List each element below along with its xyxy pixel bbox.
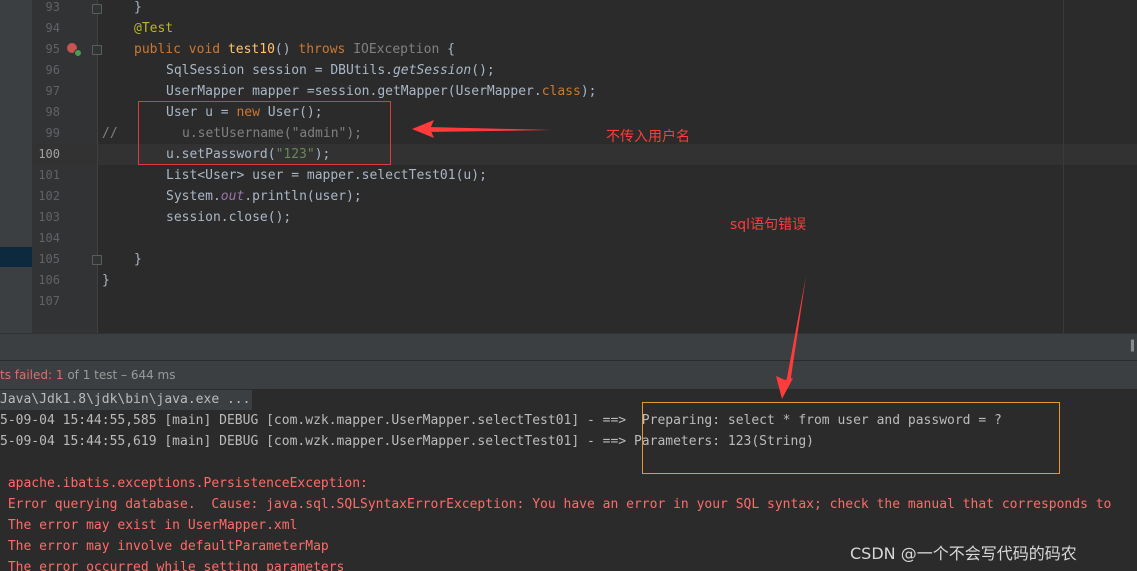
highlight-box-sql-output xyxy=(642,402,1060,474)
code-text: (); xyxy=(471,63,495,78)
line-number: 107 xyxy=(38,294,60,308)
code-line[interactable]: public void test10() throws IOException … xyxy=(134,39,455,60)
keyword: throws xyxy=(298,42,346,57)
annotation-sql-error: sql语句错误 xyxy=(730,217,807,233)
scroll-handle-icon[interactable]: ▌ xyxy=(1131,341,1137,353)
code-text: ); xyxy=(580,84,597,99)
line-number: 104 xyxy=(38,231,60,245)
line-number: 95 xyxy=(45,42,60,56)
tests-failed-label: ts failed: 1 xyxy=(0,368,64,382)
line-number: 98 xyxy=(45,105,60,119)
right-margin-guide xyxy=(1063,0,1064,333)
code-text: System. xyxy=(166,189,221,204)
run-test-status-icon xyxy=(74,49,82,57)
code-line-commented[interactable]: // xyxy=(102,123,118,144)
brace: } xyxy=(134,0,142,15)
console-line-error: The error occurred while setting paramet… xyxy=(0,560,345,571)
line-number: 101 xyxy=(38,168,60,182)
line-number: 96 xyxy=(45,63,60,77)
line-number: 106 xyxy=(38,273,60,287)
line-number: 93 xyxy=(45,0,60,14)
line-number-current: 100 xyxy=(38,147,60,161)
code-text: UserMapper mapper =session.getMapper(Use… xyxy=(166,84,542,99)
console-line-error: The error may exist in UserMapper.xml xyxy=(0,518,298,533)
test-annotation: @Test xyxy=(134,21,174,36)
line-number: 105 xyxy=(38,252,60,266)
code-line[interactable]: List<User> user = mapper.selectTest01(u)… xyxy=(166,165,487,186)
line-number: 97 xyxy=(45,84,60,98)
console-line-command[interactable]: Java\Jdk1.8\jdk\bin\java.exe ... xyxy=(0,389,250,410)
line-number: 102 xyxy=(38,189,60,203)
fold-marker-icon[interactable] xyxy=(92,255,102,265)
code-line[interactable]: } xyxy=(134,0,142,18)
keyword: class xyxy=(541,84,581,99)
punctuation: { xyxy=(439,42,455,57)
exception-type: IOException xyxy=(353,42,440,57)
watermark: CSDN @一个不会写代码的码农 xyxy=(850,544,1077,563)
left-strip-selection xyxy=(0,247,32,267)
code-line[interactable]: } xyxy=(134,249,142,270)
console-line-error: The error may involve defaultParameterMa… xyxy=(0,539,329,554)
comment-prefix: // xyxy=(102,126,118,141)
tests-summary-label: of 1 test – 644 ms xyxy=(63,368,176,382)
code-editor[interactable]: 93 94 95 96 97 98 99 100 101 102 103 104… xyxy=(0,0,1137,333)
static-field: out xyxy=(220,189,245,204)
code-line[interactable]: SqlSession session = DBUtils.getSession(… xyxy=(166,60,495,81)
brace: } xyxy=(134,252,142,267)
line-number: 99 xyxy=(45,126,60,140)
code-text: List<User> user = mapper.selectTest01(u)… xyxy=(166,168,487,183)
code-line[interactable]: session.close(); xyxy=(166,207,291,228)
code-text: .println(user); xyxy=(244,189,362,204)
static-call: getSession xyxy=(392,63,472,78)
console-line-error: Error querying database. Cause: java.sql… xyxy=(0,497,1112,512)
code-line[interactable]: } xyxy=(102,270,110,291)
code-text: SqlSession session = DBUtils. xyxy=(166,63,393,78)
keyword: public xyxy=(134,42,181,57)
fold-marker-icon[interactable] xyxy=(92,4,102,14)
fold-marker-icon[interactable] xyxy=(92,45,102,55)
highlight-box-user-code xyxy=(138,101,391,165)
method-name: test10 xyxy=(227,42,275,57)
annotation-no-username: 不传入用户名 xyxy=(606,129,690,145)
left-tool-strip xyxy=(0,0,32,333)
line-number: 103 xyxy=(38,210,60,224)
code-line[interactable]: UserMapper mapper =session.getMapper(Use… xyxy=(166,81,596,102)
keyword: void xyxy=(188,42,221,57)
punctuation: () xyxy=(274,42,299,57)
code-text: session.close(); xyxy=(166,210,292,225)
code-line[interactable]: @Test xyxy=(134,18,173,39)
console-line-error: apache.ibatis.exceptions.PersistenceExce… xyxy=(0,476,368,491)
line-number: 94 xyxy=(45,21,60,35)
run-panel-toolbar: ▌ xyxy=(0,333,1137,361)
test-status-bar: ts failed: 1 of 1 test – 644 ms xyxy=(0,360,1137,390)
code-line[interactable]: System.out.println(user); xyxy=(166,186,362,207)
brace: } xyxy=(102,273,110,288)
